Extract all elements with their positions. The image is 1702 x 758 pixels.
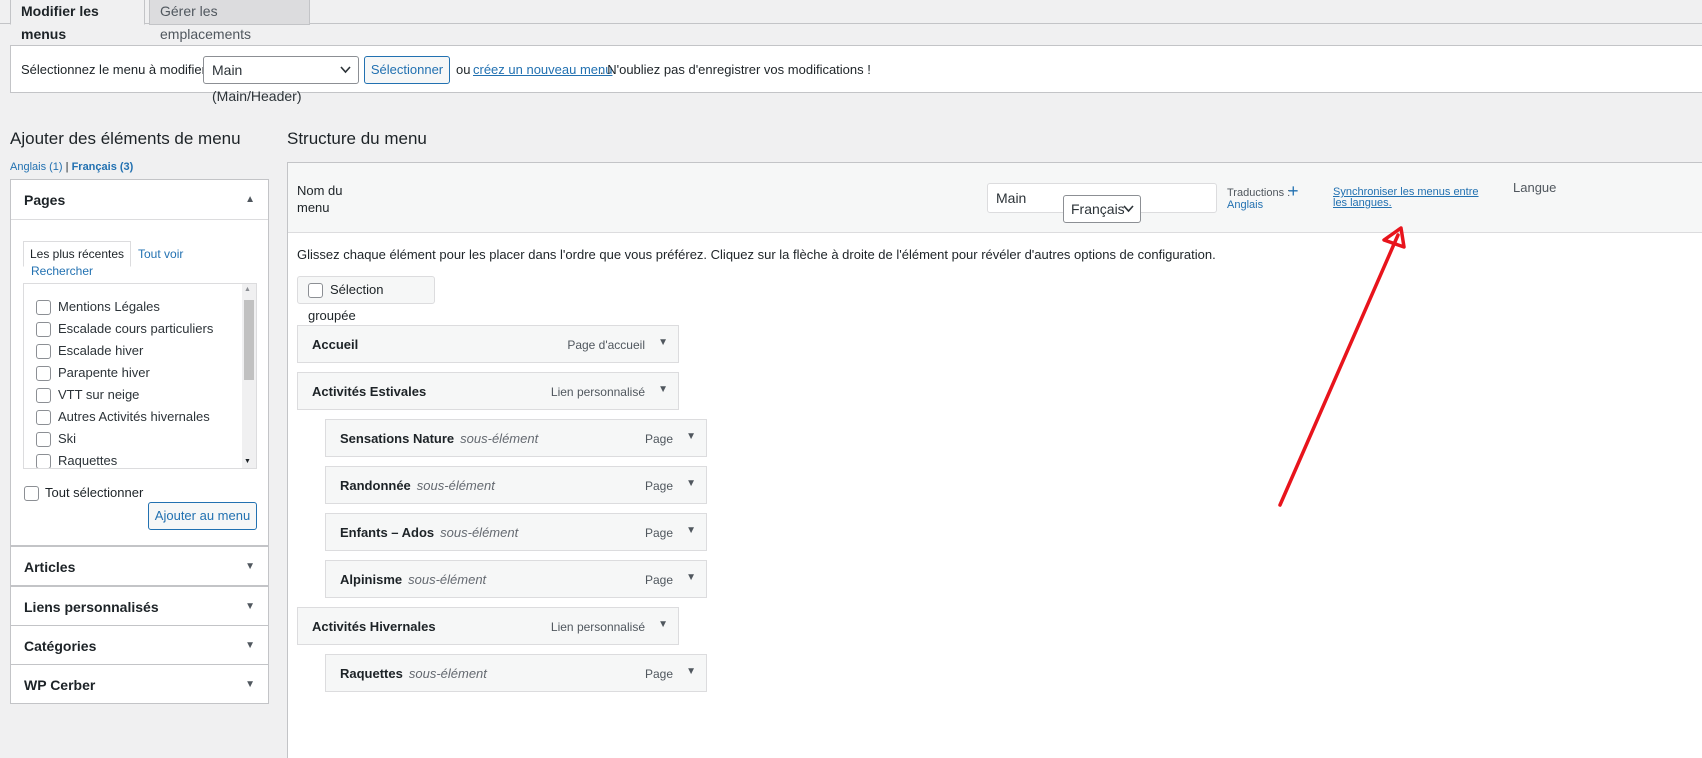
triangle-down-icon[interactable]: ▼ [686, 478, 696, 489]
menu-item-activites-hivernales[interactable]: Activités Hivernales Lien personnalisé ▼ [297, 607, 679, 645]
add-menu-items-title: Ajouter des éléments de menu [10, 129, 241, 148]
triangle-down-icon[interactable]: ▼ [686, 525, 696, 536]
pages-list-scrollbar[interactable]: ▲ ▼ [242, 284, 256, 468]
articles-panel-title: Articles [24, 559, 76, 575]
menu-item-accueil[interactable]: Accueil Page d'accueil ▼ [297, 325, 679, 363]
triangle-down-icon[interactable]: ▼ [658, 337, 668, 348]
language-filter: Anglais (1) | Français (3) [10, 161, 133, 173]
menu-item-activites-estivales[interactable]: Activités Estivales Lien personnalisé ▼ [297, 372, 679, 410]
list-item[interactable]: Raquettes [36, 453, 117, 468]
pages-panel-title: Pages [24, 192, 66, 208]
tab-search[interactable]: Rechercher [31, 264, 93, 278]
select-all-label: Tout sélectionner [45, 485, 144, 500]
wp-cerber-panel[interactable]: WP Cerber ▼ [10, 664, 269, 704]
menu-item-raquettes[interactable]: Raquettes sous-élément Page ▼ [325, 654, 707, 692]
language-filter-english[interactable]: Anglais (1) [10, 161, 63, 173]
checkbox[interactable] [36, 410, 51, 426]
list-item[interactable]: Parapente hiver [36, 365, 150, 382]
chevron-down-icon [340, 57, 351, 92]
checkbox[interactable] [36, 454, 51, 468]
add-to-menu-button[interactable]: Ajouter au menu [148, 502, 257, 530]
triangle-down-icon[interactable]: ▼ [658, 619, 668, 630]
language-filter-separator: | [65, 161, 69, 173]
scroll-up-icon[interactable]: ▲ [244, 286, 251, 293]
menu-select[interactable]: Main (Main/Header) [203, 56, 359, 104]
menu-name-label: Nom du menu [297, 183, 343, 215]
triangle-down-icon[interactable]: ▼ [658, 384, 668, 395]
translation-english-link[interactable]: Anglais [1227, 199, 1263, 211]
scroll-down-icon[interactable]: ▼ [244, 458, 251, 465]
tab-manage-locations[interactable]: Gérer les emplacements [149, 0, 310, 42]
triangle-down-icon: ▼ [245, 561, 255, 572]
checkbox[interactable] [36, 366, 51, 382]
triangle-down-icon: ▼ [245, 640, 255, 651]
triangle-up-icon: ▲ [245, 194, 255, 205]
instructions-text: Glissez chaque élément pour les placer d… [297, 247, 1216, 262]
select-button[interactable]: Sélectionner [364, 56, 450, 84]
menu-item-sensations-nature[interactable]: Sensations Nature sous-élément Page ▼ [325, 419, 707, 457]
bulk-select-button[interactable]: Sélection groupée [297, 276, 435, 323]
list-item[interactable]: Ski [36, 431, 76, 448]
checkbox[interactable] [36, 300, 51, 316]
list-item[interactable]: Autres Activités hivernales [36, 409, 210, 426]
triangle-down-icon[interactable]: ▼ [686, 666, 696, 677]
menu-item-alpinisme[interactable]: Alpinisme sous-élément Page ▼ [325, 560, 707, 598]
menu-item-randonnee[interactable]: Randonnée sous-élément Page ▼ [325, 466, 707, 504]
custom-links-panel-title: Liens personnalisés [24, 599, 159, 615]
checkbox[interactable] [36, 322, 51, 338]
menu-item-enfants-ados[interactable]: Enfants – Ados sous-élément Page ▼ [325, 513, 707, 551]
checkbox[interactable] [36, 344, 51, 360]
list-item[interactable]: Mentions Légales [36, 299, 160, 316]
pages-list: Mentions Légales Escalade cours particul… [23, 283, 257, 469]
translations-label: Traductions : [1227, 187, 1291, 199]
menu-header: Nom du menu Main Français Traductions : … [288, 163, 1702, 233]
triangle-down-icon[interactable]: ▼ [686, 431, 696, 442]
language-select[interactable]: Français [1063, 195, 1141, 223]
chevron-down-icon [1123, 196, 1134, 230]
custom-links-panel[interactable]: Liens personnalisés ▼ [10, 586, 269, 626]
menu-structure-panel: Nom du menu Main Français Traductions : … [287, 162, 1702, 758]
select-all-checkbox[interactable] [24, 486, 39, 502]
triangle-down-icon[interactable]: ▼ [686, 572, 696, 583]
tab-edit-menus[interactable]: Modifier les menus [10, 0, 145, 42]
triangle-down-icon: ▼ [245, 679, 255, 690]
create-new-menu-link[interactable]: créez un nouveau menu [473, 62, 612, 77]
select-all[interactable]: Tout sélectionner [24, 485, 144, 502]
or-text: ou [456, 62, 471, 77]
select-menu-bar: Sélectionnez le menu à modifier : Main (… [10, 45, 1702, 104]
categories-panel[interactable]: Catégories ▼ [10, 625, 269, 665]
articles-panel[interactable]: Articles ▼ [10, 546, 269, 586]
list-item[interactable]: Escalade hiver [36, 343, 143, 360]
list-item[interactable]: Escalade cours particuliers [36, 321, 213, 338]
categories-panel-title: Catégories [24, 638, 97, 654]
language-filter-french[interactable]: Français (3) [72, 161, 134, 173]
menu-structure-title: Structure du menu [287, 129, 427, 148]
language-select-value: Français [1071, 201, 1125, 217]
select-menu-label: Sélectionnez le menu à modifier : [21, 62, 214, 77]
list-item[interactable]: VTT sur neige [36, 387, 139, 404]
langue-label: Langue [1513, 180, 1557, 195]
sync-menus-link[interactable]: Synchroniser les menus entre les langues… [1333, 187, 1493, 209]
tab-view-all[interactable]: Tout voir [138, 247, 183, 261]
checkbox[interactable] [36, 388, 51, 404]
menu-select-value: Main (Main/Header) [212, 62, 302, 104]
bulk-select-checkbox[interactable] [308, 283, 323, 299]
pages-panel: Pages ▲ Les plus récentes Tout voir Rech… [10, 179, 269, 546]
wp-cerber-panel-title: WP Cerber [24, 677, 96, 693]
scrollbar-thumb[interactable] [244, 300, 254, 380]
plus-icon[interactable]: + [1288, 181, 1299, 202]
save-reminder-text: . N'oubliez pas d'enregistrer vos modifi… [600, 62, 871, 77]
triangle-down-icon: ▼ [245, 601, 255, 612]
checkbox[interactable] [36, 432, 51, 448]
pages-panel-header[interactable]: Pages ▲ [11, 180, 268, 220]
